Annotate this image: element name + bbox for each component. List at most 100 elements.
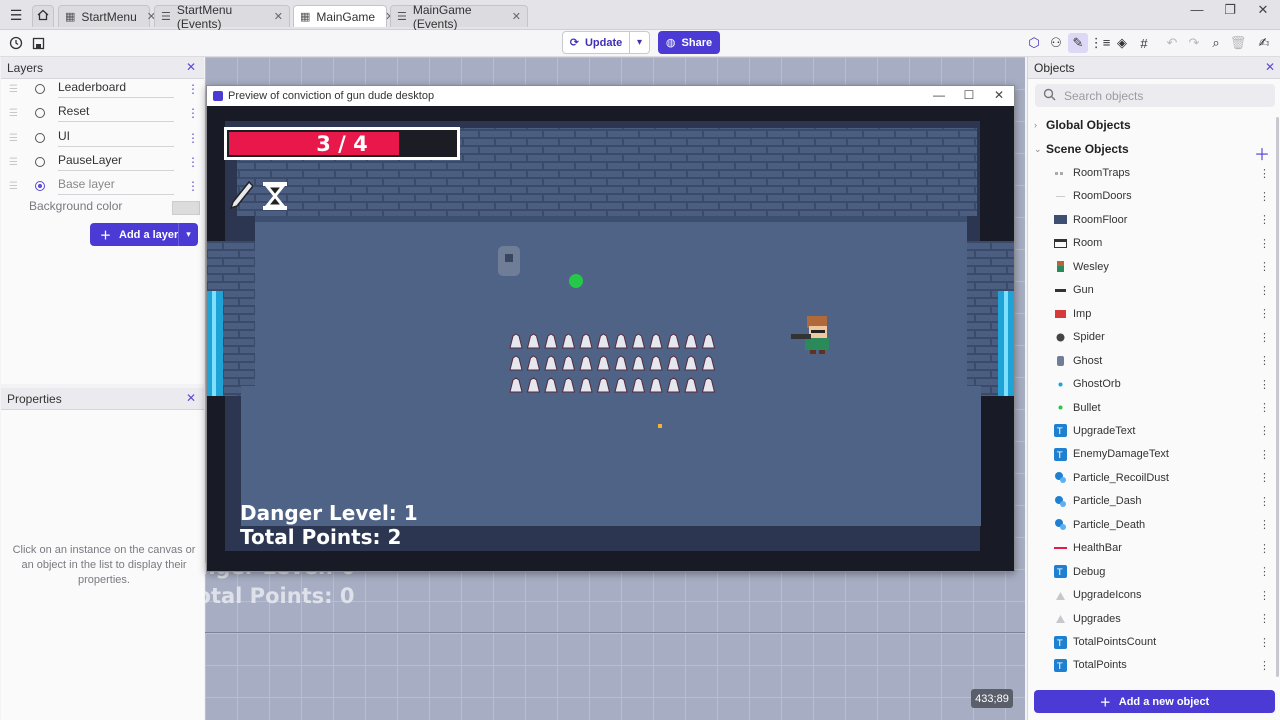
- tab-maingame[interactable]: ▦ MainGame ✕: [293, 5, 394, 27]
- close-panel-icon[interactable]: ✕: [186, 391, 196, 405]
- maximize-icon[interactable]: ❐: [1215, 2, 1245, 18]
- object-item-room[interactable]: Room ⋮: [1054, 233, 1276, 253]
- layer-visibility-radio[interactable]: [35, 157, 45, 167]
- instances-list-icon[interactable]: ⋮≡: [1090, 33, 1111, 53]
- object-item-imp[interactable]: Imp ⋮: [1054, 304, 1276, 324]
- add-scene-object-icon[interactable]: ＋: [1254, 141, 1270, 165]
- search-objects-input[interactable]: Search objects: [1035, 84, 1275, 107]
- object-item-enemydamagetext[interactable]: T EnemyDamageText ⋮: [1054, 444, 1276, 464]
- object-item-upgrades[interactable]: Upgrades ⋮: [1054, 609, 1276, 629]
- delete-icon[interactable]: 🗑: [1228, 33, 1248, 53]
- more-icon[interactable]: ⋮: [1259, 237, 1270, 250]
- hamburger-menu-icon[interactable]: ☰: [5, 5, 27, 25]
- home-tab[interactable]: [32, 5, 54, 27]
- layer-visibility-radio[interactable]: [35, 84, 45, 94]
- more-icon[interactable]: ⋮: [187, 131, 199, 145]
- more-icon[interactable]: ⋮: [1259, 495, 1270, 508]
- layer-row[interactable]: ☰ UI ⋮: [1, 126, 204, 150]
- more-icon[interactable]: ⋮: [1259, 260, 1270, 273]
- redo-icon[interactable]: ↷: [1184, 33, 1204, 53]
- add-layer-button[interactable]: ＋ Add a layer ▾: [90, 223, 198, 246]
- history-icon[interactable]: [6, 33, 26, 53]
- more-icon[interactable]: ⋮: [1259, 401, 1270, 414]
- object-item-gun[interactable]: Gun ⋮: [1054, 280, 1276, 300]
- more-icon[interactable]: ⋮: [1259, 354, 1270, 367]
- more-icon[interactable]: ⋮: [1259, 542, 1270, 555]
- drag-handle-icon[interactable]: ☰: [9, 108, 18, 119]
- layer-visibility-radio[interactable]: [35, 108, 45, 118]
- drag-handle-icon[interactable]: ☰: [9, 181, 18, 192]
- more-icon[interactable]: ⋮: [1259, 612, 1270, 625]
- more-icon[interactable]: ⋮: [1259, 448, 1270, 461]
- drag-handle-icon[interactable]: ☰: [9, 157, 18, 168]
- object-item-ghost[interactable]: Ghost ⋮: [1054, 351, 1276, 371]
- minimize-icon[interactable]: —: [924, 88, 954, 102]
- object-item-upgradeicons[interactable]: UpgradeIcons ⋮: [1054, 585, 1276, 605]
- tab-startmenu[interactable]: ▦ StartMenu ✕: [58, 5, 156, 27]
- scene-points-text[interactable]: Total Points: 0: [205, 584, 405, 608]
- more-icon[interactable]: ⋮: [1259, 659, 1270, 672]
- more-icon[interactable]: ⋮: [1259, 331, 1270, 344]
- background-color-swatch[interactable]: [172, 201, 200, 215]
- layer-visibility-radio[interactable]: [35, 133, 45, 143]
- object-item-healthbar[interactable]: HealthBar ⋮: [1054, 538, 1276, 558]
- more-icon[interactable]: ⋮: [1259, 589, 1270, 602]
- objects-panel-icon[interactable]: ⬡: [1024, 33, 1044, 53]
- add-new-object-button[interactable]: ＋ Add a new object: [1034, 690, 1275, 713]
- object-item-bullet[interactable]: Bullet ⋮: [1054, 398, 1276, 418]
- layer-row[interactable]: ☰ Reset ⋮: [1, 101, 204, 125]
- layer-row[interactable]: ☰ Leaderboard ⋮: [1, 77, 204, 101]
- share-button[interactable]: ◍ Share: [658, 31, 720, 54]
- edit-icon[interactable]: ✎: [1068, 33, 1088, 53]
- more-icon[interactable]: ⋮: [1259, 167, 1270, 180]
- object-item-spider[interactable]: Spider ⋮: [1054, 327, 1276, 347]
- more-icon[interactable]: ⋮: [1259, 213, 1270, 226]
- close-window-icon[interactable]: ✕: [984, 88, 1014, 102]
- layer-row[interactable]: ☰ PauseLayer ⋮: [1, 150, 204, 174]
- object-item-totalpoints[interactable]: T TotalPoints ⋮: [1054, 655, 1276, 675]
- layer-visibility-radio[interactable]: [35, 181, 45, 191]
- scrollbar[interactable]: [1276, 117, 1279, 677]
- layers-icon[interactable]: ◈: [1112, 33, 1132, 53]
- maximize-icon[interactable]: ☐: [954, 88, 984, 102]
- undo-icon[interactable]: ↶: [1162, 33, 1182, 53]
- minimize-icon[interactable]: —: [1182, 2, 1212, 17]
- scene-objects-group[interactable]: ⌄ Scene Objects: [1034, 142, 1129, 156]
- object-item-particle_recoildust[interactable]: Particle_RecoilDust ⋮: [1054, 468, 1276, 488]
- tab-startmenu-events[interactable]: ☰ StartMenu (Events) ✕: [154, 3, 290, 31]
- drag-handle-icon[interactable]: ☰: [9, 133, 18, 144]
- more-icon[interactable]: ⋮: [1259, 424, 1270, 437]
- object-item-totalpointscount[interactable]: T TotalPointsCount ⋮: [1054, 632, 1276, 652]
- object-item-upgradetext[interactable]: T UpgradeText ⋮: [1054, 421, 1276, 441]
- close-panel-icon[interactable]: ✕: [1265, 60, 1275, 74]
- zoom-icon[interactable]: ⌕: [1206, 33, 1226, 53]
- edit-properties-icon[interactable]: ✍: [1254, 33, 1274, 53]
- more-icon[interactable]: ⋮: [1259, 378, 1270, 391]
- more-icon[interactable]: ⋮: [1259, 471, 1270, 484]
- object-groups-icon[interactable]: ⚇: [1046, 33, 1066, 53]
- more-icon[interactable]: ⋮: [1259, 307, 1270, 320]
- update-button[interactable]: ⟳ Update: [562, 31, 630, 54]
- save-icon[interactable]: [28, 33, 48, 53]
- more-icon[interactable]: ⋮: [1259, 518, 1270, 531]
- object-item-roomtraps[interactable]: RoomTraps ⋮: [1054, 163, 1276, 183]
- tab-maingame-events[interactable]: ☰ MainGame (Events) ✕: [390, 3, 528, 31]
- update-dropdown-button[interactable]: ▾: [630, 31, 650, 54]
- drag-handle-icon[interactable]: ☰: [9, 84, 18, 95]
- object-item-particle_death[interactable]: Particle_Death ⋮: [1054, 515, 1276, 535]
- more-icon[interactable]: ⋮: [187, 179, 199, 193]
- more-icon[interactable]: ⋮: [1259, 190, 1270, 203]
- more-icon[interactable]: ⋮: [1259, 636, 1270, 649]
- more-icon[interactable]: ⋮: [187, 155, 199, 169]
- more-icon[interactable]: ⋮: [1259, 284, 1270, 297]
- grid-icon[interactable]: #: [1134, 33, 1154, 53]
- more-icon[interactable]: ⋮: [187, 82, 199, 96]
- more-icon[interactable]: ⋮: [1259, 565, 1270, 578]
- close-tab-icon[interactable]: ✕: [274, 10, 283, 23]
- object-item-roomfloor[interactable]: RoomFloor ⋮: [1054, 210, 1276, 230]
- chevron-down-icon[interactable]: ▾: [178, 223, 198, 246]
- more-icon[interactable]: ⋮: [187, 106, 199, 120]
- close-tab-icon[interactable]: ✕: [512, 10, 521, 23]
- layer-row[interactable]: ☰ Base layer ⋮: [1, 174, 204, 198]
- object-item-wesley[interactable]: Wesley ⋮: [1054, 257, 1276, 277]
